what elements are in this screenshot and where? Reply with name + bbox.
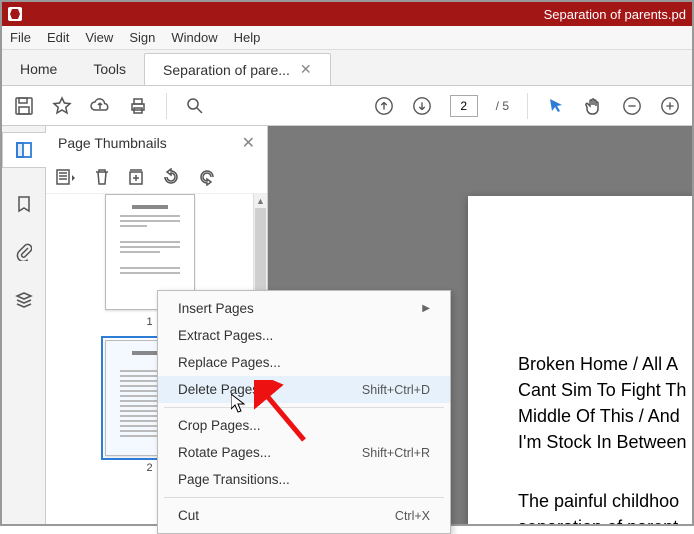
toolbar-separator <box>527 93 528 119</box>
page-down-icon[interactable] <box>412 96 432 116</box>
page-paragraph-2: The painful childhooseparation of parent… <box>518 488 692 524</box>
hand-tool-icon[interactable] <box>584 96 604 116</box>
menu-file[interactable]: File <box>10 30 31 45</box>
menu-help[interactable]: Help <box>234 30 261 45</box>
main-toolbar: / 5 <box>2 86 692 126</box>
save-icon[interactable] <box>14 96 34 116</box>
delete-thumb-icon[interactable] <box>94 168 110 186</box>
zoom-out-icon[interactable] <box>622 96 642 116</box>
tab-home[interactable]: Home <box>2 53 75 85</box>
star-icon[interactable] <box>52 96 72 116</box>
scroll-up-icon[interactable]: ▲ <box>254 194 267 208</box>
toolbar-separator <box>166 93 167 119</box>
page-total-label: / 5 <box>496 99 509 113</box>
ctx-rotate-pages[interactable]: Rotate Pages...Shift+Ctrl+R <box>158 439 450 466</box>
tab-bar: Home Tools Separation of pare... ✕ <box>2 50 692 86</box>
shortcut-label: Shift+Ctrl+D <box>362 383 430 397</box>
menu-bar: File Edit View Sign Window Help <box>2 26 692 50</box>
tab-close-icon[interactable]: ✕ <box>300 61 312 78</box>
ctx-replace-pages[interactable]: Replace Pages... <box>158 349 450 376</box>
ctx-crop-pages[interactable]: Crop Pages... <box>158 412 450 439</box>
thumbnails-title: Page Thumbnails <box>58 135 167 151</box>
attachments-tab-icon[interactable] <box>12 240 36 264</box>
page-heading: Separation ofan <box>518 236 692 319</box>
print-icon[interactable] <box>128 96 148 116</box>
document-page: Separation ofan Broken Home / All ACant … <box>468 196 692 524</box>
layers-tab-icon[interactable] <box>12 288 36 312</box>
ctx-insert-pages[interactable]: Insert Pages▶ <box>158 295 450 322</box>
thumbnails-tab-icon[interactable] <box>2 132 46 168</box>
title-bar: Separation of parents.pd <box>2 2 692 26</box>
zoom-in-icon[interactable] <box>660 96 680 116</box>
ctx-page-transitions[interactable]: Page Transitions... <box>158 466 450 493</box>
menu-view[interactable]: View <box>85 30 113 45</box>
ctx-extract-pages[interactable]: Extract Pages... <box>158 322 450 349</box>
tab-document[interactable]: Separation of pare... ✕ <box>144 53 331 85</box>
context-menu: Insert Pages▶ Extract Pages... Replace P… <box>157 290 451 534</box>
context-menu-separator <box>164 497 444 498</box>
page-up-icon[interactable] <box>374 96 394 116</box>
page-paragraph-1: Broken Home / All ACant Sim To Fight ThM… <box>518 351 692 455</box>
context-menu-separator <box>164 407 444 408</box>
cloud-upload-icon[interactable] <box>90 96 110 116</box>
side-tab-strip <box>2 126 46 524</box>
close-panel-icon[interactable]: ✕ <box>242 133 255 153</box>
window-title: Separation of parents.pd <box>544 7 686 22</box>
thumb-options-icon[interactable] <box>56 169 76 185</box>
menu-sign[interactable]: Sign <box>129 30 155 45</box>
tab-document-label: Separation of pare... <box>163 62 290 78</box>
rotate-cw-icon[interactable] <box>198 168 216 186</box>
ctx-delete-pages[interactable]: Delete Pages...Shift+Ctrl+D <box>158 376 450 403</box>
insert-thumb-icon[interactable] <box>128 168 144 186</box>
rotate-ccw-icon[interactable] <box>162 168 180 186</box>
app-icon <box>8 7 22 21</box>
bookmarks-tab-icon[interactable] <box>12 192 36 216</box>
select-tool-icon[interactable] <box>546 96 566 116</box>
thumbnails-toolbar <box>46 160 267 194</box>
thumbnails-header: Page Thumbnails ✕ <box>46 126 267 160</box>
page-number-input[interactable] <box>450 95 478 117</box>
menu-window[interactable]: Window <box>171 30 217 45</box>
menu-edit[interactable]: Edit <box>47 30 69 45</box>
search-icon[interactable] <box>185 96 205 116</box>
ctx-cut[interactable]: CutCtrl+X <box>158 502 450 529</box>
shortcut-label: Ctrl+X <box>395 509 430 523</box>
shortcut-label: Shift+Ctrl+R <box>362 446 430 460</box>
submenu-arrow-icon: ▶ <box>422 303 430 314</box>
tab-tools[interactable]: Tools <box>75 53 144 85</box>
